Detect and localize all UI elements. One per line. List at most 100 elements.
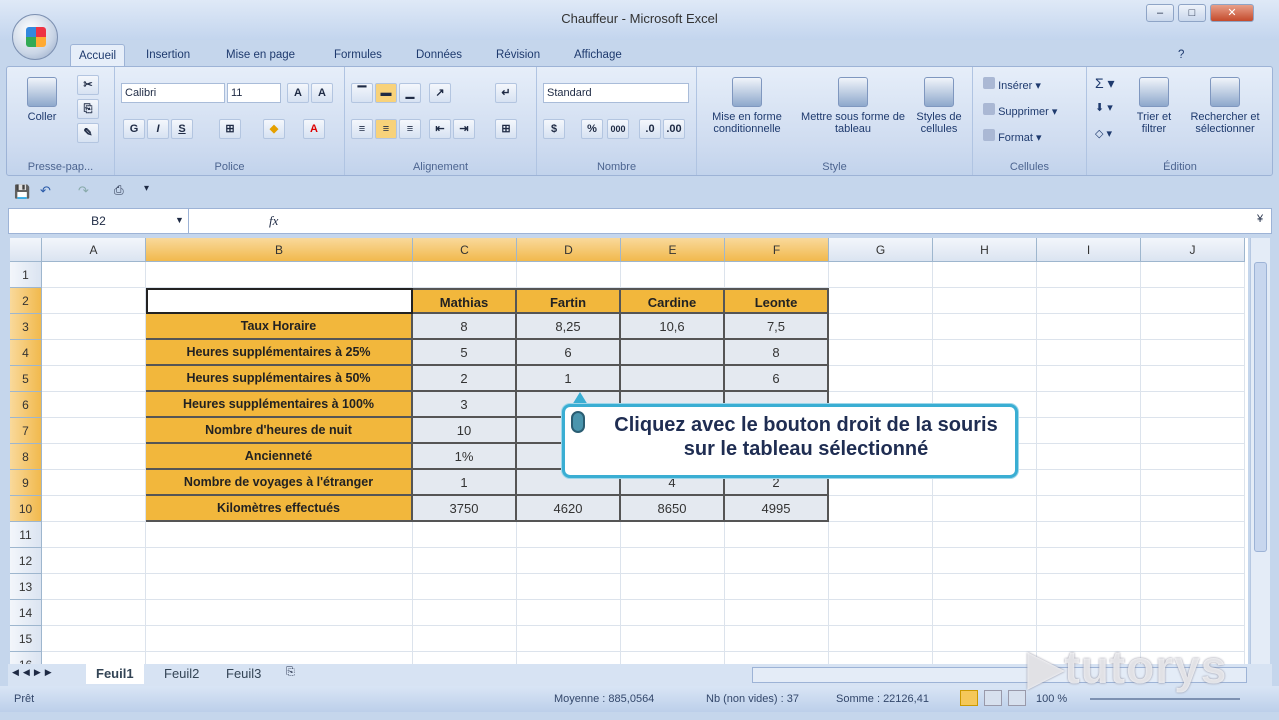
cell-H14[interactable] — [933, 600, 1037, 626]
cell-H13[interactable] — [933, 574, 1037, 600]
align-left-icon[interactable]: ≡ — [351, 119, 373, 139]
row-header-6[interactable]: 6 — [10, 392, 42, 418]
cell-A5[interactable] — [42, 366, 146, 392]
conditional-format-button[interactable]: Mise en forme conditionnelle — [701, 77, 793, 135]
cell-I1[interactable] — [1037, 262, 1141, 288]
decrease-decimal-icon[interactable]: .00 — [663, 119, 685, 139]
cell-D3[interactable]: 8,25 — [517, 314, 621, 340]
cell-B5[interactable]: Heures supplémentaires à 50% — [146, 366, 413, 392]
expand-formula-bar-icon[interactable]: ¥ — [1257, 213, 1263, 225]
cell-A8[interactable] — [42, 444, 146, 470]
cell-G15[interactable] — [829, 626, 933, 652]
row-header-15[interactable]: 15 — [10, 626, 42, 652]
page-break-view-icon[interactable] — [1008, 690, 1026, 706]
cell-H5[interactable] — [933, 366, 1037, 392]
select-all-corner[interactable] — [10, 238, 42, 262]
insert-function-icon[interactable]: fx — [269, 213, 278, 229]
font-color-icon[interactable]: A — [303, 119, 325, 139]
cell-B3[interactable]: Taux Horaire — [146, 314, 413, 340]
cell-A10[interactable] — [42, 496, 146, 522]
office-button[interactable] — [12, 14, 58, 60]
tab-mise-en-page[interactable]: Mise en page — [218, 44, 303, 66]
fill-color-icon[interactable]: ◆ — [263, 119, 285, 139]
align-top-icon[interactable]: ▔ — [351, 83, 373, 103]
column-header-c[interactable]: C — [413, 238, 517, 262]
cell-H10[interactable] — [933, 496, 1037, 522]
row-header-14[interactable]: 14 — [10, 600, 42, 626]
cell-J5[interactable] — [1141, 366, 1245, 392]
cut-icon[interactable]: ✂ — [77, 75, 99, 95]
column-header-f[interactable]: F — [725, 238, 829, 262]
column-header-d[interactable]: D — [517, 238, 621, 262]
paste-button[interactable]: Coller — [17, 77, 67, 123]
cell-F12[interactable] — [725, 548, 829, 574]
row-header-2[interactable]: 2 — [10, 288, 42, 314]
row-header-3[interactable]: 3 — [10, 314, 42, 340]
cell-J10[interactable] — [1141, 496, 1245, 522]
cell-B11[interactable] — [146, 522, 413, 548]
cell-E1[interactable] — [621, 262, 725, 288]
cell-F15[interactable] — [725, 626, 829, 652]
page-layout-view-icon[interactable] — [984, 690, 1002, 706]
cell-E11[interactable] — [621, 522, 725, 548]
grow-font-icon[interactable]: A — [287, 83, 309, 103]
cell-H3[interactable] — [933, 314, 1037, 340]
cell-F10[interactable]: 4995 — [725, 496, 829, 522]
cell-H15[interactable] — [933, 626, 1037, 652]
row-header-8[interactable]: 8 — [10, 444, 42, 470]
undo-icon[interactable]: ↶ — [40, 183, 51, 199]
increase-indent-icon[interactable]: ⇥ — [453, 119, 475, 139]
cell-H1[interactable] — [933, 262, 1037, 288]
customize-qat-icon[interactable]: ▾ — [144, 183, 149, 194]
name-box[interactable]: B2 — [9, 209, 189, 233]
name-box-dropdown-icon[interactable]: ▼ — [175, 215, 184, 225]
cell-B1[interactable] — [146, 262, 413, 288]
zoom-slider[interactable] — [1090, 698, 1240, 700]
row-header-13[interactable]: 13 — [10, 574, 42, 600]
cell-B12[interactable] — [146, 548, 413, 574]
sort-filter-button[interactable]: Trier et filtrer — [1129, 77, 1179, 135]
row-header-4[interactable]: 4 — [10, 340, 42, 366]
cell-A11[interactable] — [42, 522, 146, 548]
cell-A12[interactable] — [42, 548, 146, 574]
shrink-font-icon[interactable]: A — [311, 83, 333, 103]
cell-I3[interactable] — [1037, 314, 1141, 340]
cell-J2[interactable] — [1141, 288, 1245, 314]
row-header-5[interactable]: 5 — [10, 366, 42, 392]
cell-J3[interactable] — [1141, 314, 1245, 340]
cell-E12[interactable] — [621, 548, 725, 574]
cell-G16[interactable] — [829, 652, 933, 664]
cell-G2[interactable] — [829, 288, 933, 314]
delete-button[interactable]: Supprimer ▾ — [983, 103, 1057, 118]
cell-H12[interactable] — [933, 548, 1037, 574]
cell-J4[interactable] — [1141, 340, 1245, 366]
help-icon[interactable]: ? — [1170, 44, 1192, 66]
cell-B8[interactable]: Ancienneté — [146, 444, 413, 470]
cell-E16[interactable] — [621, 652, 725, 664]
row-header-11[interactable]: 11 — [10, 522, 42, 548]
number-format-select[interactable]: Standard — [543, 83, 689, 103]
cell-F5[interactable]: 6 — [725, 366, 829, 392]
close-button[interactable]: ✕ — [1210, 4, 1254, 22]
cell-G3[interactable] — [829, 314, 933, 340]
cell-D12[interactable] — [517, 548, 621, 574]
formula-input[interactable] — [293, 209, 1253, 233]
cell-I4[interactable] — [1037, 340, 1141, 366]
cell-C5[interactable]: 2 — [413, 366, 517, 392]
font-name-select[interactable]: Calibri — [121, 83, 225, 103]
cell-C16[interactable] — [413, 652, 517, 664]
cell-H4[interactable] — [933, 340, 1037, 366]
cell-H11[interactable] — [933, 522, 1037, 548]
cell-G14[interactable] — [829, 600, 933, 626]
cell-C13[interactable] — [413, 574, 517, 600]
column-header-i[interactable]: I — [1037, 238, 1141, 262]
cell-E13[interactable] — [621, 574, 725, 600]
orientation-icon[interactable]: ↗ — [429, 83, 451, 103]
format-button[interactable]: Format ▾ — [983, 129, 1041, 144]
thousands-button[interactable]: 000 — [607, 119, 629, 139]
cell-I13[interactable] — [1037, 574, 1141, 600]
row-header-12[interactable]: 12 — [10, 548, 42, 574]
cell-F11[interactable] — [725, 522, 829, 548]
sheet-tab-feuil3[interactable]: Feuil3 — [216, 664, 271, 684]
align-right-icon[interactable]: ≡ — [399, 119, 421, 139]
